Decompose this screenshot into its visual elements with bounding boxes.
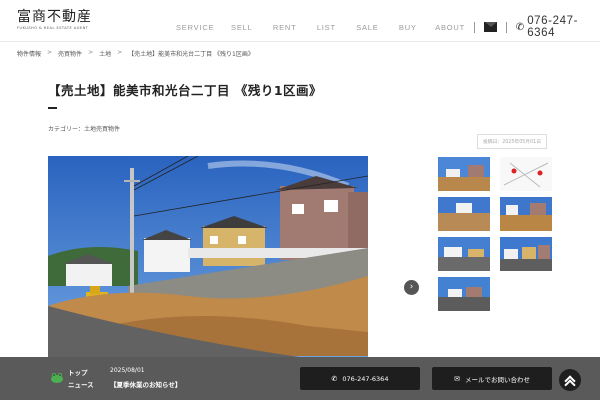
breadcrumb-separator: >: [117, 49, 123, 56]
page-title: 【売土地】能美市和光台二丁目 《残り1区画》: [48, 83, 323, 98]
top-news-label-line1: トップ: [68, 369, 88, 377]
thumbnail-photo[interactable]: [438, 277, 490, 311]
site-logo[interactable]: 富商不動産 FUKUSHO & REAL ESTATE AGENT: [17, 9, 92, 30]
mail-contact-button[interactable]: ✉ メールでお問い合わせ: [432, 367, 552, 390]
mail-icon[interactable]: [483, 22, 497, 32]
breadcrumb: 物件情報 > 売買物件 > 土地 > 【売土地】能美市和光台二丁目 《残り1区画…: [17, 49, 254, 58]
thumbnail-photo[interactable]: [438, 157, 490, 191]
logo-subtext: FUKUSHO & REAL ESTATE AGENT: [17, 26, 89, 30]
site-header: 富商不動産 FUKUSHO & REAL ESTATE AGENT SERVIC…: [0, 0, 600, 42]
breadcrumb-item[interactable]: 売買物件: [58, 49, 82, 58]
post-date-badge: 投稿日：2025年05月01日: [477, 134, 547, 149]
news-date: 2025/08/01: [110, 367, 145, 374]
nav-divider: [474, 21, 475, 33]
nav-about[interactable]: ABOUT: [435, 23, 465, 32]
global-nav: SERVICE SELL RENT LIST SALE BUY ABOUT ✆ …: [176, 15, 600, 39]
frog-icon: [51, 373, 63, 383]
phone-icon: ✆: [515, 21, 525, 33]
page: 富商不動産 FUKUSHO & REAL ESTATE AGENT SERVIC…: [0, 0, 600, 400]
thumbnail-photo[interactable]: [500, 197, 552, 231]
breadcrumb-separator: >: [88, 49, 94, 56]
nav-buy[interactable]: BUY: [399, 23, 417, 32]
pagetop-icon[interactable]: [559, 369, 581, 391]
logo-text: 富商不動産: [17, 9, 92, 25]
mail-icon: ✉: [454, 374, 460, 383]
thumbnail-map[interactable]: [500, 157, 552, 191]
breadcrumb-item[interactable]: 物件情報: [17, 49, 41, 58]
nav-service[interactable]: SERVICE: [176, 23, 214, 32]
next-arrow-icon[interactable]: ›: [404, 280, 419, 295]
phone-icon: ✆: [331, 374, 338, 383]
top-news-label: トップ ニュース: [68, 367, 94, 391]
nav-divider: [505, 21, 507, 33]
breadcrumb-current: 【売土地】能美市和光台二丁目 《残り1区画》: [128, 51, 254, 58]
thumbnail-photo[interactable]: [500, 237, 552, 271]
news-headline-link[interactable]: 【夏季休業のお知らせ】: [110, 379, 181, 389]
breadcrumb-item[interactable]: 土地: [99, 49, 111, 58]
tel-button[interactable]: ✆ 076-247-6364: [300, 367, 420, 390]
nav-list[interactable]: LIST: [317, 23, 336, 32]
category-label: カテゴリー：土地売買物件: [48, 126, 121, 133]
nav-sell[interactable]: SELL: [231, 23, 253, 32]
breadcrumb-separator: >: [47, 49, 53, 56]
mail-button-label: メールでお問い合わせ: [464, 375, 530, 384]
nav-rent[interactable]: RENT: [273, 23, 297, 32]
thumbnail-photo[interactable]: [438, 197, 490, 231]
tel-button-label: 076-247-6364: [342, 374, 389, 383]
top-news-label-line2: ニュース: [68, 381, 94, 389]
thumbnail-photo[interactable]: [438, 237, 490, 271]
thumbnail-grid: [438, 157, 552, 311]
header-tel[interactable]: 076-247-6364: [527, 15, 600, 39]
nav-sale[interactable]: SALE: [356, 23, 378, 32]
title-underline: [48, 107, 57, 109]
